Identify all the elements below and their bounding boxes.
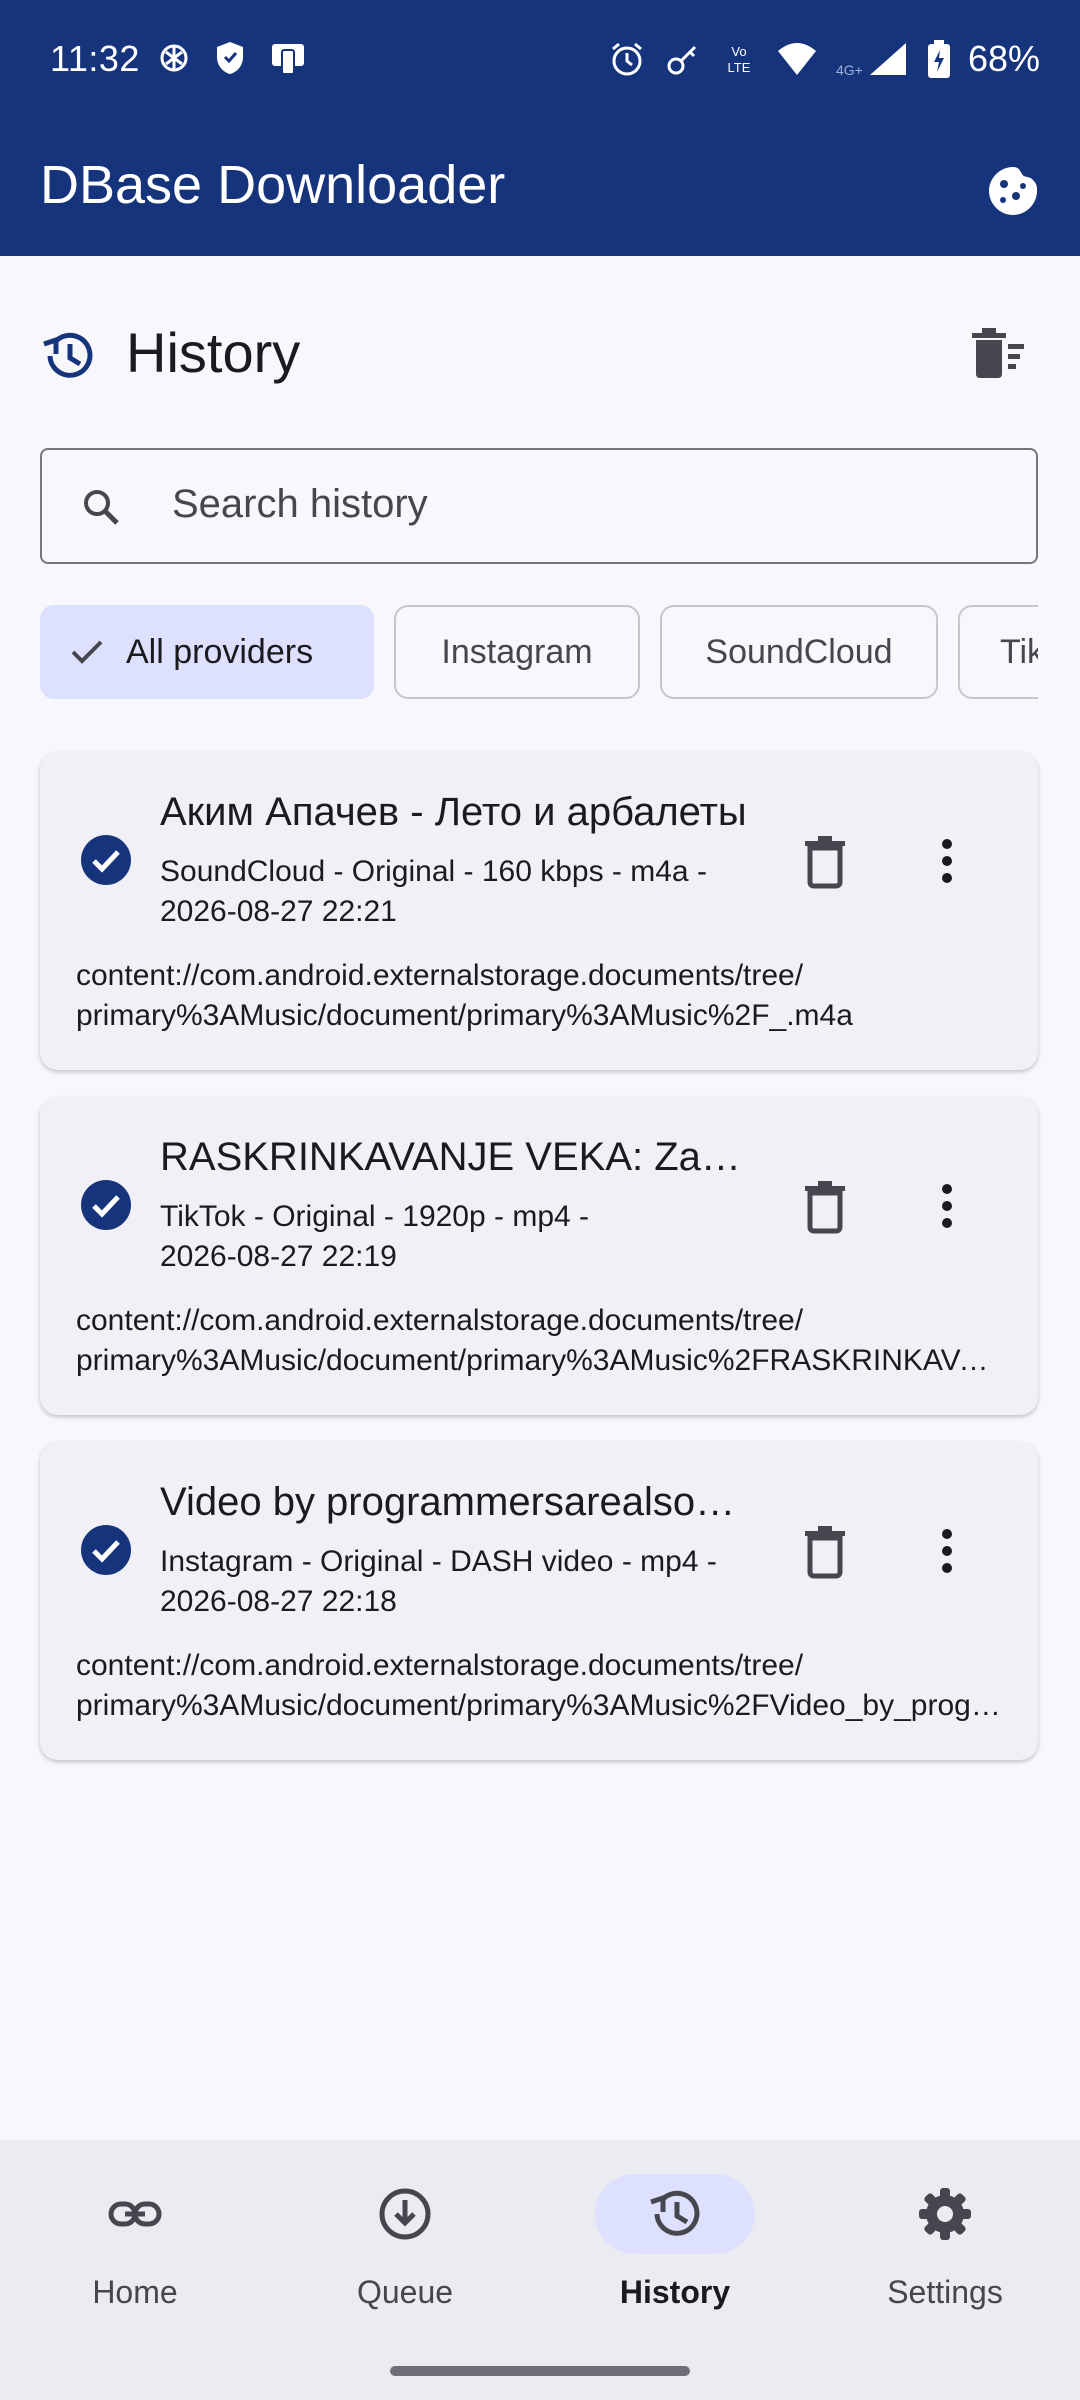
svg-text:4G+: 4G+ bbox=[836, 62, 863, 77]
check-icon bbox=[71, 640, 103, 664]
gesture-bar[interactable] bbox=[390, 2366, 690, 2376]
battery-icon bbox=[927, 40, 950, 78]
clear-history-button[interactable] bbox=[966, 322, 1030, 386]
download-circle-icon bbox=[379, 2188, 431, 2240]
wifi-icon bbox=[777, 43, 816, 75]
item-meta: SoundCloud - Original - 160 kbps - m4a -… bbox=[160, 855, 707, 928]
alarm-icon bbox=[611, 42, 642, 76]
history-icon bbox=[650, 2190, 700, 2236]
item-title: Video by programmersarealsohuman bbox=[160, 1480, 750, 1524]
item-path: content://com.android.externalstorage.do… bbox=[76, 1649, 1006, 1722]
history-header: History bbox=[0, 310, 1080, 400]
gear-icon bbox=[919, 2188, 971, 2240]
device-icon bbox=[272, 44, 304, 75]
chip-soundcloud[interactable]: SoundCloud bbox=[660, 605, 938, 699]
more-vert-icon[interactable] bbox=[918, 1522, 976, 1580]
delete-icon[interactable] bbox=[796, 1177, 854, 1235]
volte-icon: VoLTE bbox=[727, 44, 750, 75]
more-vert-icon[interactable] bbox=[918, 832, 976, 890]
item-title: RASKRINKAVANJE VEKA: Zašto bbox=[160, 1135, 750, 1179]
item-path: content://com.android.externalstorage.do… bbox=[76, 1304, 1006, 1377]
completed-check-icon bbox=[81, 1180, 131, 1230]
nav-settings[interactable]: Settings bbox=[810, 2174, 1080, 2344]
delete-icon[interactable] bbox=[796, 832, 854, 890]
history-item[interactable]: Video by programmersarealsohuman Instagr… bbox=[40, 1442, 1038, 1760]
item-meta: TikTok - Original - 1920p - mp4 - 2026-0… bbox=[160, 1200, 590, 1273]
app-title: DBase Downloader bbox=[40, 155, 506, 215]
page-title: History bbox=[126, 321, 301, 384]
nav-history[interactable]: History bbox=[540, 2174, 810, 2344]
search-icon bbox=[84, 490, 119, 525]
chip-tiktok[interactable]: TikTok bbox=[958, 605, 1038, 699]
provider-filter-chips: All providers Instagram SoundCloud TikTo… bbox=[40, 605, 1038, 699]
bottom-navigation: Home Queue History Settings bbox=[0, 2140, 1080, 2400]
history-item[interactable]: RASKRINKAVANJE VEKA: Zašto TikTok - Orig… bbox=[40, 1097, 1038, 1415]
history-icon bbox=[43, 332, 93, 378]
chip-all-providers[interactable]: All providers bbox=[40, 605, 374, 699]
shield-icon bbox=[217, 42, 243, 74]
item-meta: Instagram - Original - DASH video - mp4 … bbox=[160, 1545, 717, 1618]
nav-queue[interactable]: Queue bbox=[270, 2174, 540, 2344]
completed-check-icon bbox=[81, 1525, 131, 1575]
search-placeholder: Search history bbox=[172, 482, 428, 526]
item-title: Аким Апачев - Лето и арбалеты bbox=[160, 790, 747, 834]
link-icon bbox=[108, 2201, 162, 2227]
history-item[interactable]: Аким Апачев - Лето и арбалеты SoundCloud… bbox=[40, 752, 1038, 1070]
delete-icon[interactable] bbox=[796, 1522, 854, 1580]
signal-icon: 4G+ bbox=[836, 43, 906, 77]
more-vert-icon[interactable] bbox=[918, 1177, 976, 1235]
svg-text:Vo: Vo bbox=[731, 44, 746, 59]
svg-text:LTE: LTE bbox=[727, 60, 750, 75]
status-time: 11:32 bbox=[50, 38, 140, 79]
nav-home[interactable]: Home bbox=[0, 2174, 270, 2344]
battery-percent: 68% bbox=[967, 38, 1040, 79]
search-input[interactable]: Search history bbox=[40, 448, 1038, 564]
openai-icon bbox=[160, 44, 188, 72]
cookie-icon[interactable] bbox=[986, 164, 1040, 218]
status-bar: 11:32 Vo LTE 4G+ 68% bbox=[0, 0, 1080, 124]
key-icon bbox=[667, 45, 696, 75]
app-bar: DBase Downloader bbox=[0, 124, 1080, 256]
completed-check-icon bbox=[81, 835, 131, 885]
item-path: content://com.android.externalstorage.do… bbox=[76, 959, 853, 1032]
chip-instagram[interactable]: Instagram bbox=[394, 605, 640, 699]
